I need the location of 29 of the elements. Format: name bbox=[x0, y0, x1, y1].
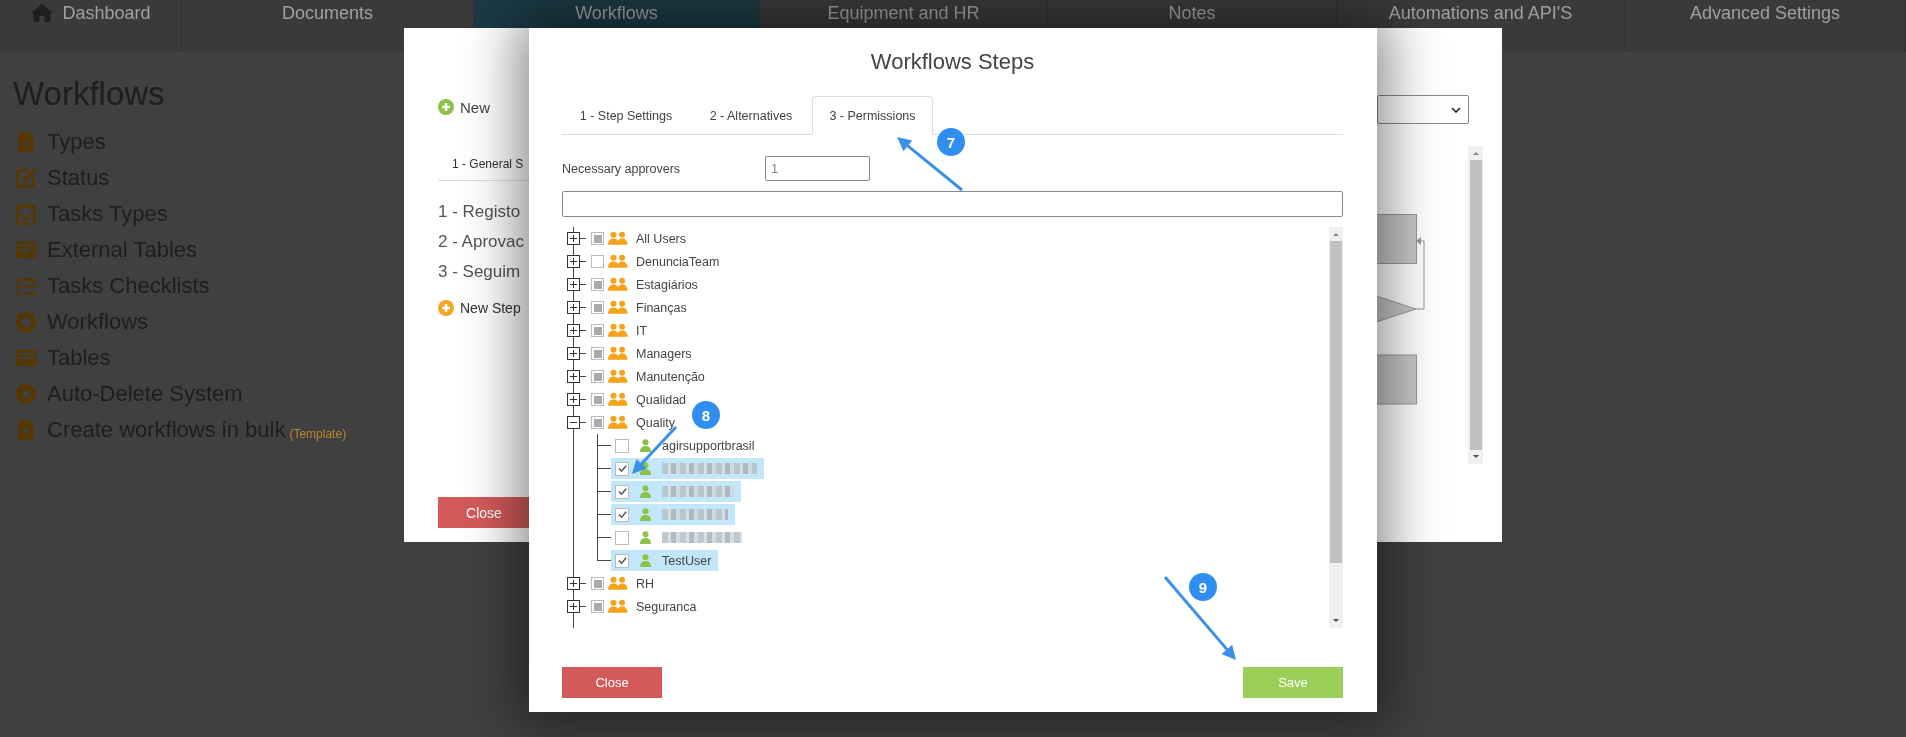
user-label[interactable]: agirsupportbrasil bbox=[662, 438, 755, 453]
group-label[interactable]: Seguranca bbox=[636, 599, 697, 614]
nav-tab[interactable]: Dashboard bbox=[0, 0, 182, 52]
tab[interactable]: 1 - General S bbox=[452, 157, 524, 171]
new-step-link[interactable]: New Step bbox=[460, 300, 521, 316]
new-link[interactable]: New bbox=[460, 98, 490, 116]
approvers-input[interactable]: 1 bbox=[765, 156, 870, 181]
row-highlight[interactable]: TestUser bbox=[611, 550, 719, 571]
group-label[interactable]: Managers bbox=[636, 346, 692, 361]
nav-tab[interactable]: Advanced Settings bbox=[1625, 0, 1906, 52]
tab[interactable]: 1 - Step Settings bbox=[562, 97, 690, 135]
group-label[interactable]: Estagiários bbox=[636, 277, 698, 292]
group-label[interactable]: IT bbox=[636, 323, 648, 338]
group-label[interactable]: Manutenção bbox=[636, 369, 705, 384]
close-button[interactable]: Close bbox=[562, 667, 662, 698]
tab[interactable]: 2 - Alternatives bbox=[690, 97, 812, 135]
tab[interactable]: 3 - Permissions bbox=[812, 96, 933, 135]
step-item[interactable]: 1 - Registo bbox=[438, 197, 524, 227]
group-label[interactable]: Qualidad bbox=[636, 392, 687, 407]
group-label[interactable]: All Users bbox=[636, 231, 686, 246]
user-label[interactable]: TestUser bbox=[662, 553, 712, 568]
step-item[interactable]: 2 - Aprovac bbox=[438, 227, 524, 257]
group-label[interactable]: DenunciaTeam bbox=[636, 254, 720, 269]
group-label[interactable]: RH bbox=[636, 576, 655, 591]
step-item[interactable]: 3 - Seguim bbox=[438, 257, 524, 287]
field-label: Necessary approvers bbox=[562, 161, 682, 176]
group-label[interactable]: Quality bbox=[636, 415, 675, 430]
close-button[interactable]: Close bbox=[438, 497, 530, 528]
group-label[interactable]: Finanças bbox=[636, 300, 687, 315]
